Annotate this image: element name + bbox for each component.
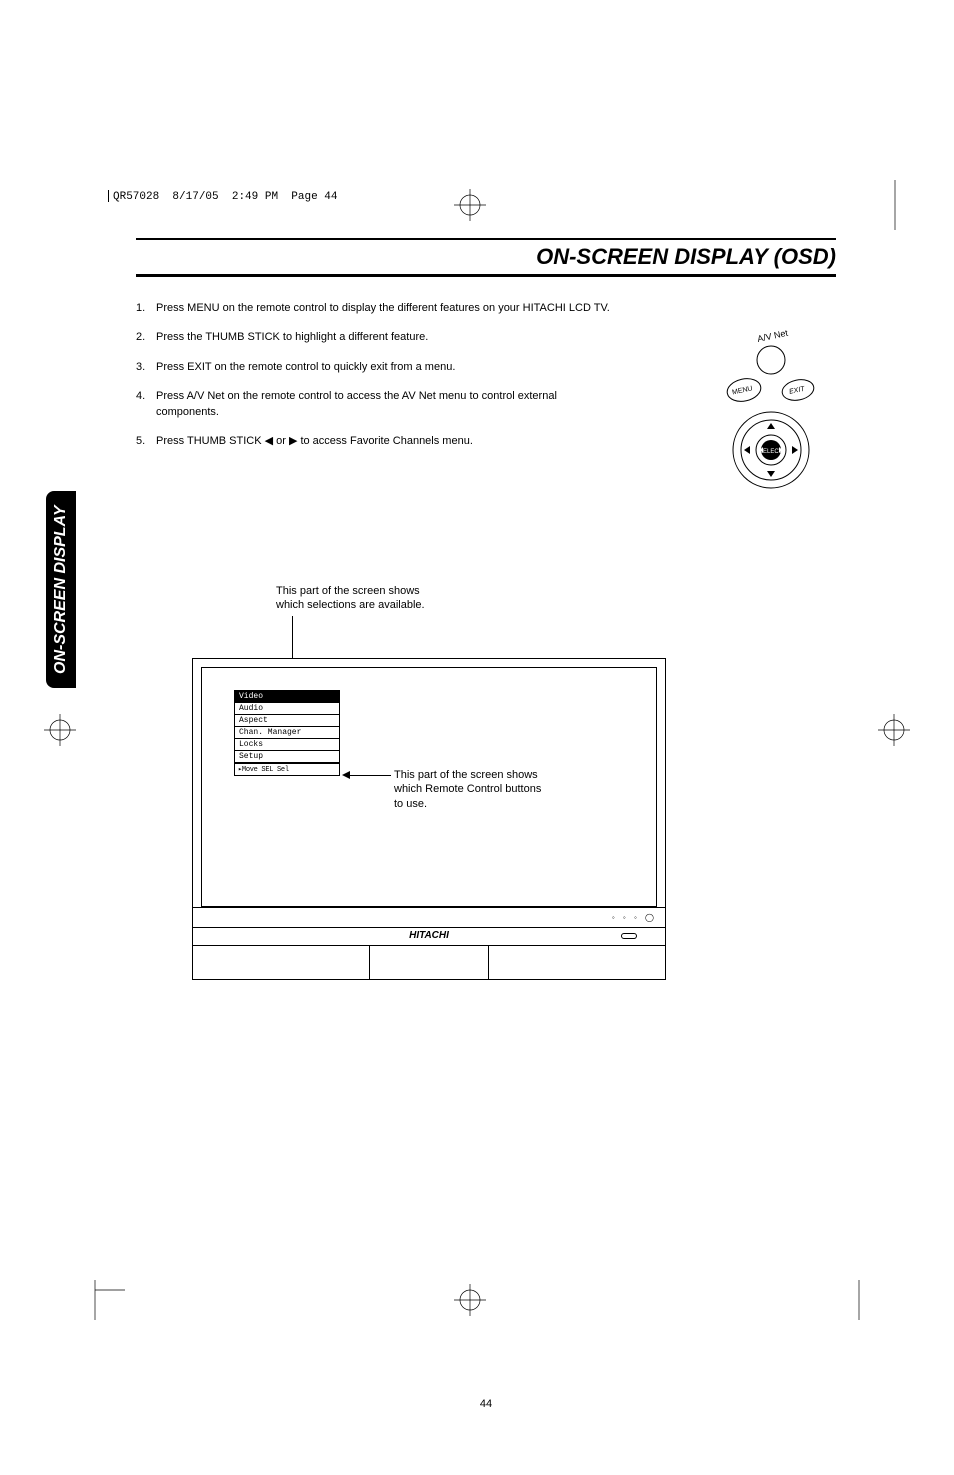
corner-crop-bl	[65, 1260, 125, 1325]
page-content: ON-SCREEN DISPLAY (OSD) 1.Press MENU on …	[136, 238, 836, 463]
caption-remote-buttons: This part of the screen shows which Remo…	[394, 768, 541, 811]
print-header: QR57028 8/17/05 2:49 PM Page 44	[108, 190, 337, 203]
osd-menu: Video Audio Aspect Chan. Manager Locks S…	[234, 690, 340, 776]
remote-diagram: A/V Net MENU EXIT SELECT	[696, 330, 846, 500]
hitachi-logo: HITACHI	[409, 930, 449, 941]
crop-mark-left	[40, 710, 80, 750]
page-title: ON-SCREEN DISPLAY (OSD)	[536, 244, 836, 269]
tv-control-bar: ◦ ◦ ◦ ◯	[192, 908, 666, 928]
caption-leader-line	[292, 616, 293, 658]
edge-line-tr	[894, 180, 896, 230]
control-dots-icon: ◦ ◦ ◦ ◯	[612, 913, 657, 922]
print-doc: QR57028	[113, 191, 159, 203]
side-tab: ON-SCREEN DISPLAY	[46, 491, 76, 688]
print-page: Page 44	[291, 191, 337, 203]
osd-item-setup: Setup	[234, 750, 340, 763]
arrow-line	[346, 775, 391, 776]
osd-hint: ▸Move SEL Sel	[234, 763, 340, 776]
tv-stand	[192, 946, 666, 980]
print-date: 8/17/05	[172, 191, 218, 203]
instruction-1: 1.Press MENU on the remote control to di…	[136, 301, 836, 316]
crop-mark-right	[874, 710, 914, 750]
corner-crop-br	[829, 1260, 889, 1325]
svg-text:EXIT: EXIT	[789, 386, 806, 396]
tv-screen: Video Audio Aspect Chan. Manager Locks S…	[201, 667, 657, 907]
tv-diagram: Video Audio Aspect Chan. Manager Locks S…	[192, 658, 666, 980]
crop-mark-top	[450, 185, 490, 225]
tv-logo-bar: HITACHI	[192, 928, 666, 946]
print-time: 2:49 PM	[232, 191, 278, 203]
avnet-label: A/V Net	[756, 330, 789, 344]
page-number: 44	[136, 1398, 836, 1410]
title-bar: ON-SCREEN DISPLAY (OSD)	[136, 238, 836, 277]
crop-mark-bottom	[450, 1280, 490, 1320]
ir-sensor-icon	[621, 933, 637, 939]
caption-selections: This part of the screen shows which sele…	[276, 584, 425, 613]
svg-text:MENU: MENU	[732, 385, 754, 396]
